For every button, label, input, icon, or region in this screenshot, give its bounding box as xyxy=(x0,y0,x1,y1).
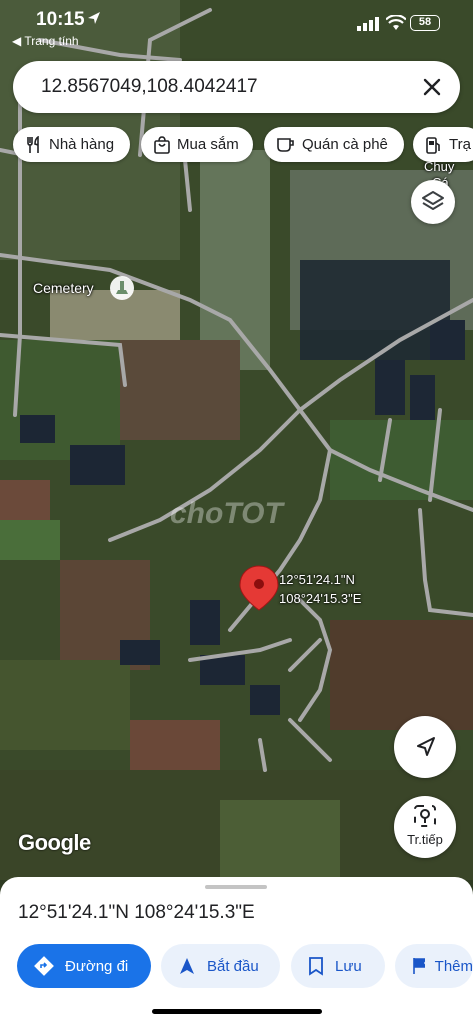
bookmark-icon xyxy=(309,957,323,976)
home-indicator xyxy=(152,1009,322,1014)
chip-label: Mua sắm xyxy=(177,136,239,153)
action-label: Lưu xyxy=(335,957,362,975)
layers-button[interactable] xyxy=(411,180,455,224)
save-button[interactable]: Lưu xyxy=(291,944,385,988)
shopping-bag-icon xyxy=(154,135,170,154)
sheet-drag-handle[interactable] xyxy=(205,885,267,889)
layers-icon xyxy=(422,191,444,210)
close-icon[interactable] xyxy=(418,73,446,101)
action-label: Đường đi xyxy=(65,957,129,975)
watermark: choTOT xyxy=(170,497,283,530)
chip-coffee[interactable]: Quán cà phê xyxy=(264,127,404,162)
cellular-signal-icon xyxy=(357,17,379,31)
place-coordinates-title: 12°51'24.1"N 108°24'15.3"E xyxy=(18,902,255,923)
action-label: Bắt đầu xyxy=(207,957,259,975)
chip-gas[interactable]: Trạ xyxy=(413,127,473,162)
my-location-button[interactable] xyxy=(394,716,456,778)
back-to-app-link[interactable]: ◀ Trang tính xyxy=(12,34,79,48)
start-button[interactable]: Bắt đầu xyxy=(161,944,280,988)
gas-station-icon xyxy=(426,136,440,154)
restaurant-icon xyxy=(27,135,39,153)
battery-indicator: 58 xyxy=(410,15,440,31)
search-input[interactable]: 12.8567049,108.4042417 xyxy=(41,76,258,98)
action-buttons: Đường đi Bắt đầu Lưu Thêm xyxy=(17,944,473,990)
action-label: Thêm xyxy=(434,957,473,975)
chip-restaurants[interactable]: Nhà hàng xyxy=(13,127,130,162)
directions-icon xyxy=(34,956,54,976)
cemetery-marker-icon[interactable] xyxy=(110,276,134,300)
wifi-icon xyxy=(386,15,406,30)
flag-icon xyxy=(413,958,425,974)
chip-label: Nhà hàng xyxy=(49,136,115,153)
pin-coordinate-label: 12°51'24.1"N 108°24'15.3"E xyxy=(279,572,362,606)
navigation-arrow-icon xyxy=(417,737,435,756)
location-arrow-icon xyxy=(88,12,100,24)
status-time: 10:15 xyxy=(36,9,85,30)
cemetery-label: Cemetery xyxy=(33,280,94,296)
navigation-icon xyxy=(180,958,194,974)
status-bar: 10:15 ◀ Trang tính 58 xyxy=(0,0,473,50)
coffee-icon xyxy=(277,137,294,152)
google-logo: Google xyxy=(18,830,91,855)
street-view-icon xyxy=(414,805,436,827)
search-bar[interactable]: 12.8567049,108.4042417 xyxy=(13,61,460,113)
directions-button[interactable]: Đường đi xyxy=(17,944,151,988)
add-button[interactable]: Thêm xyxy=(395,944,473,988)
street-view-label: Tr.tiếp xyxy=(407,832,443,847)
chip-label: Quán cà phê xyxy=(302,136,388,153)
category-chips: Nhà hàng Mua sắm Quán cà phê Trạ xyxy=(13,127,473,163)
place-bottom-sheet[interactable]: 12°51'24.1"N 108°24'15.3"E Đường đi Bắt … xyxy=(0,877,473,1024)
street-view-button[interactable]: Tr.tiếp xyxy=(394,796,456,858)
chip-shopping[interactable]: Mua sắm xyxy=(141,127,253,162)
chip-label: Trạ xyxy=(449,136,471,153)
